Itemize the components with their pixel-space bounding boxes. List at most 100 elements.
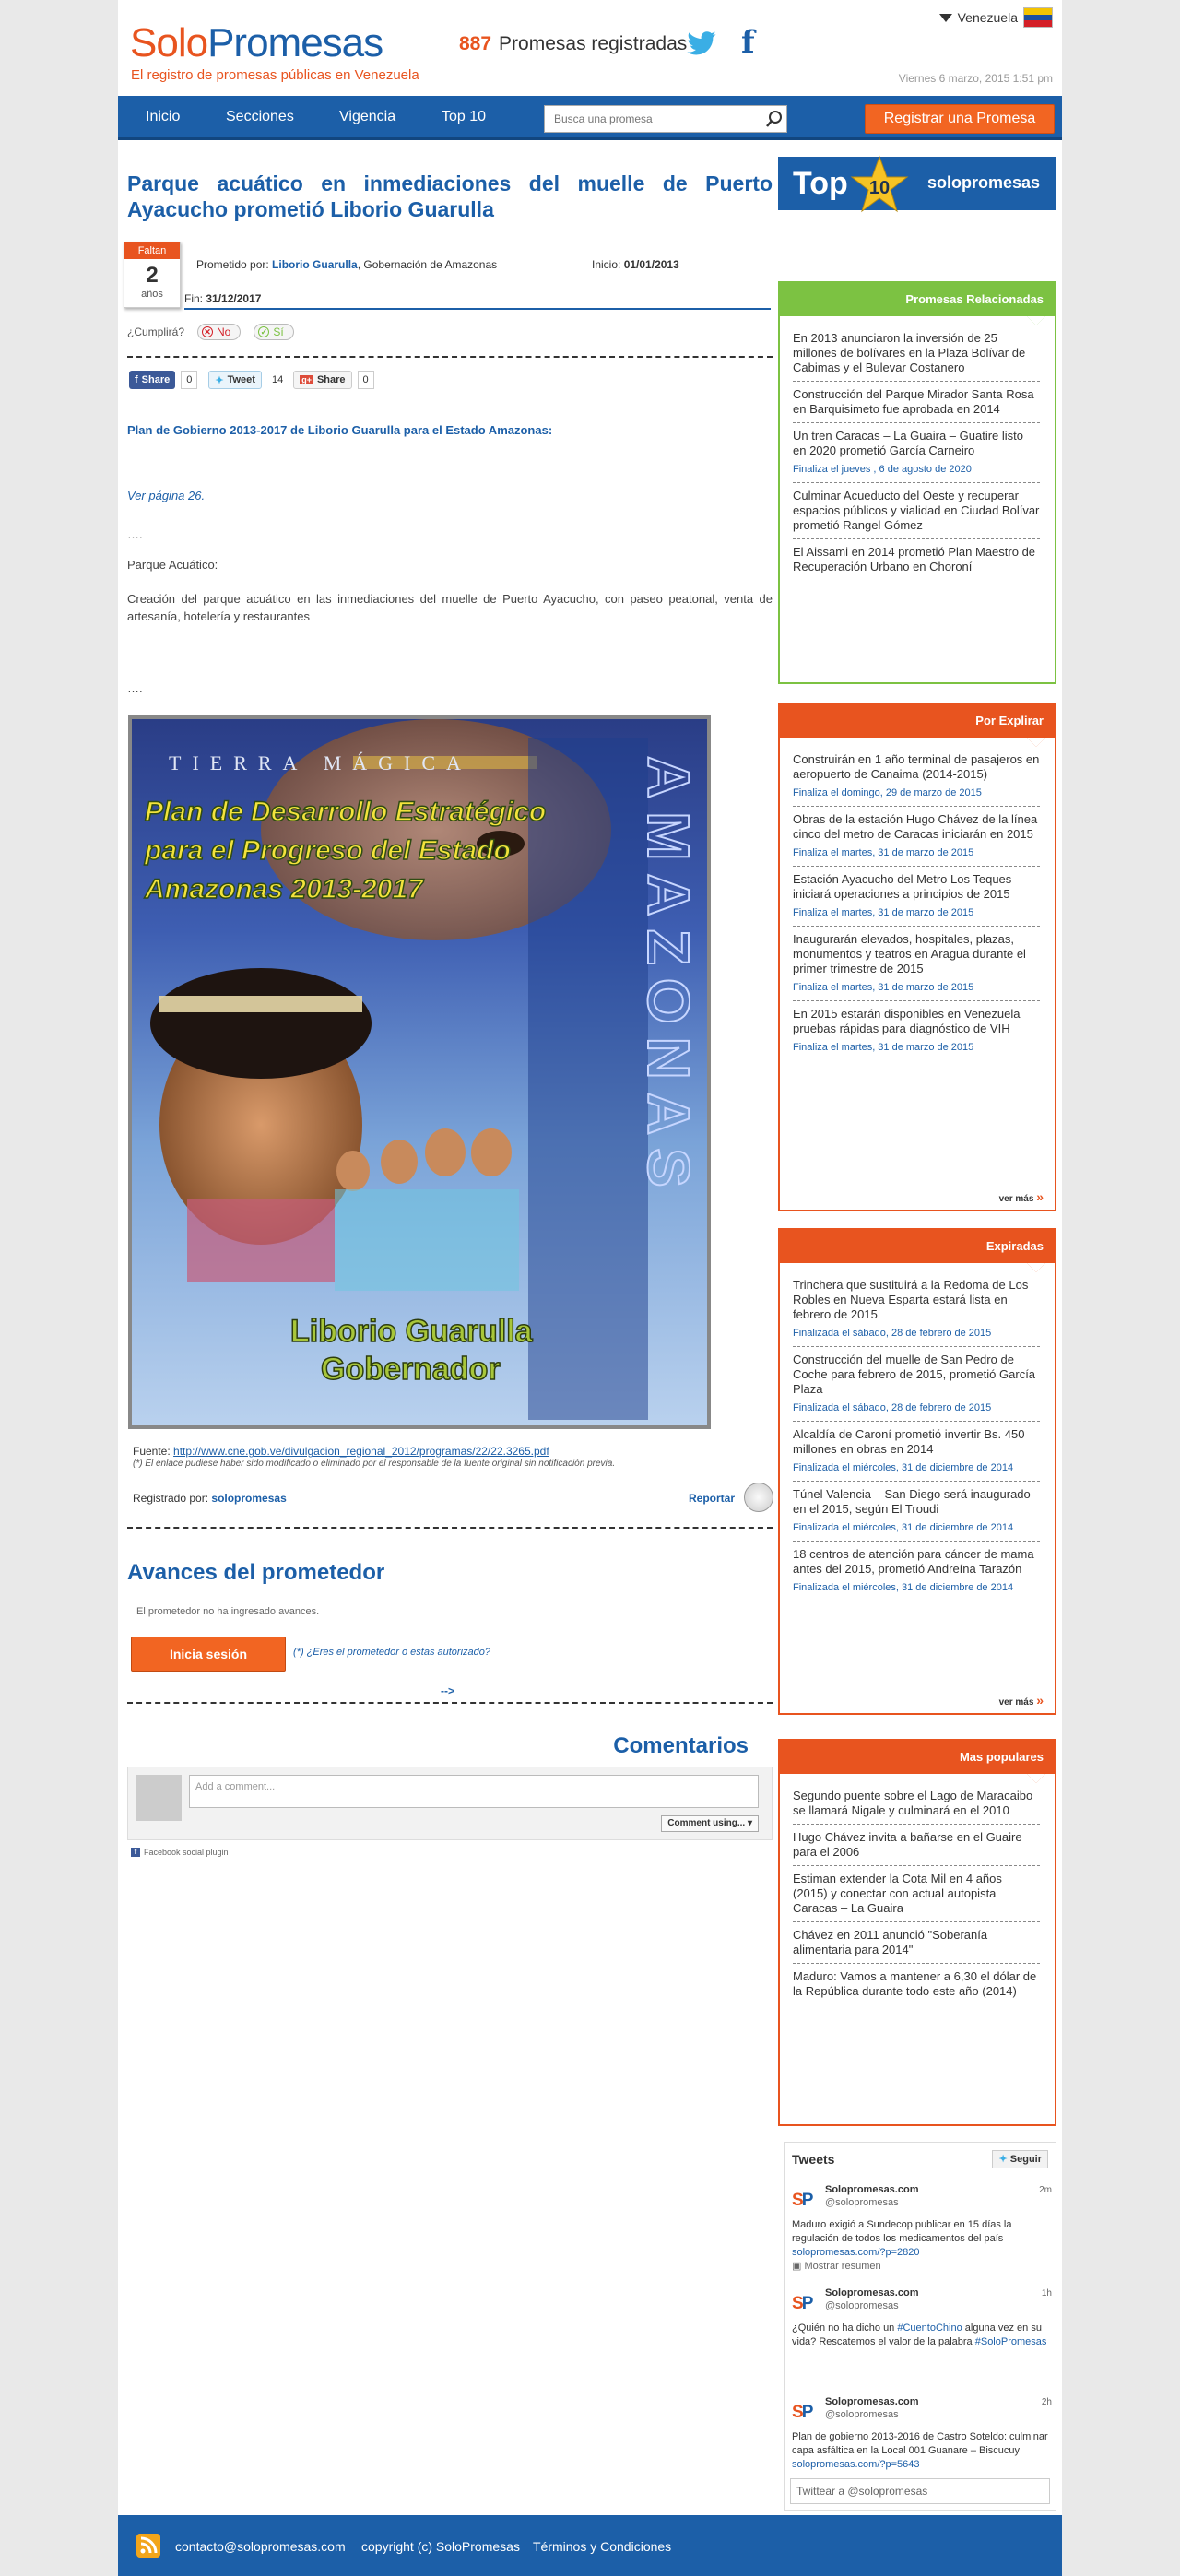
- register-promise-button[interactable]: Registrar una Promesa: [865, 104, 1055, 134]
- fin-label: Fin:: [184, 292, 204, 305]
- populares-list: Segundo puente sobre el Lago de Maracaib…: [780, 1774, 1055, 2004]
- avances-title: Avances del prometedor: [127, 1560, 385, 1585]
- site-logo[interactable]: SoloPromesas: [130, 20, 384, 66]
- tweet-author: Solopromesas.com: [825, 2396, 919, 2407]
- vote-no-button[interactable]: ✕ No: [197, 324, 242, 340]
- vote-si-button[interactable]: ✓ Sí: [254, 324, 294, 340]
- follow-button[interactable]: ✦ Seguir: [992, 2150, 1048, 2168]
- promise-item[interactable]: Estiman extender la Cota Mil en 4 años (…: [793, 1866, 1040, 1922]
- related-item[interactable]: Un tren Caracas – La Guaira – Guatire li…: [793, 423, 1040, 483]
- nav-secciones[interactable]: Secciones: [226, 109, 294, 125]
- twitter-icon[interactable]: [686, 28, 717, 59]
- facebook-icon: f: [131, 1848, 140, 1857]
- promise-item[interactable]: Alcaldía de Caroní prometió invertir Bs.…: [793, 1422, 1040, 1482]
- main-nav: Inicio Secciones Vigencia Top 10 Registr…: [118, 96, 1062, 140]
- tweet-input[interactable]: Twittear a @solopromesas: [790, 2478, 1050, 2504]
- nav-inicio[interactable]: Inicio: [146, 109, 180, 125]
- poster-title-line: Amazonas 2013-2017: [144, 874, 424, 904]
- promise-item[interactable]: Trinchera que sustituirá a la Redoma de …: [793, 1272, 1040, 1347]
- gplus-share-button[interactable]: g+ Share: [293, 371, 352, 389]
- promise-item[interactable]: Estación Ayacucho del Metro Los Teques i…: [793, 867, 1040, 927]
- promise-item[interactable]: Inaugurarán elevados, hospitales, plazas…: [793, 927, 1040, 1001]
- report-flag-icon[interactable]: [744, 1483, 773, 1512]
- tweet[interactable]: SP Solopromesas.com @solopromesas 2h Pla…: [792, 2395, 1052, 2470]
- tweets-title: Tweets: [792, 2152, 835, 2167]
- show-summary-link[interactable]: Mostrar resumen: [804, 2261, 880, 2272]
- promise-item[interactable]: Chávez en 2011 anunció "Soberanía alimen…: [793, 1922, 1040, 1964]
- facebook-icon[interactable]: f: [741, 26, 755, 59]
- item-date: Finalizada el sábado, 28 de febrero de 2…: [793, 1402, 992, 1413]
- vote-row: ¿Cumplirá? ✕ No ✓ Sí: [127, 324, 294, 340]
- x-icon: ✕: [202, 326, 214, 337]
- tweet[interactable]: SP Solopromesas.com @solopromesas 1h ¿Qu…: [792, 2286, 1052, 2388]
- poster-side-text: AMAZONAS: [635, 756, 702, 1200]
- hashtag-link[interactable]: #CuentoChino: [897, 2322, 962, 2334]
- tweet-label: Tweet: [227, 374, 255, 385]
- nav-vigencia[interactable]: Vigencia: [339, 109, 395, 125]
- footer-terms-link[interactable]: Términos y Condiciones: [533, 2539, 671, 2554]
- tweet-author: Solopromesas.com: [825, 2184, 919, 2195]
- promise-item[interactable]: Construcción del muelle de San Pedro de …: [793, 1347, 1040, 1422]
- twitter-widget: Tweets ✦ Seguir SP Solopromesas.com @sol…: [784, 2142, 1056, 2511]
- tweet-link[interactable]: solopromesas.com/?p=2820: [792, 2247, 920, 2258]
- footer-email-link[interactable]: contacto@solopromesas.com: [175, 2539, 346, 2554]
- tweet[interactable]: SP Solopromesas.com @solopromesas 2m Mad…: [792, 2183, 1052, 2285]
- time-remaining-badge: Faltan 2 años: [124, 242, 181, 308]
- item-text: Estiman extender la Cota Mil en 4 años (…: [793, 1872, 1002, 1915]
- promise-item[interactable]: En 2015 estarán disponibles en Venezuela…: [793, 1001, 1040, 1060]
- related-item[interactable]: En 2013 anunciaron la inversión de 25 mi…: [793, 325, 1040, 382]
- item-date: Finaliza el martes, 31 de marzo de 2015: [793, 1042, 974, 1053]
- tweet-text: Maduro exigió a Sundecop publicar en 15 …: [792, 2218, 1052, 2274]
- arrow-link[interactable]: -->: [441, 1684, 454, 1697]
- item-text: Segundo puente sobre el Lago de Maracaib…: [793, 1789, 1033, 1817]
- tweet-link[interactable]: solopromesas.com/?p=5643: [792, 2459, 920, 2470]
- tweet-time: 2h: [1041, 2397, 1052, 2407]
- rss-icon[interactable]: [136, 2534, 160, 2558]
- source-link[interactable]: http://www.cne.gob.ve/divulgacion_region…: [173, 1445, 549, 1458]
- tweet-button[interactable]: ✦ Tweet: [208, 371, 262, 389]
- fb-share-count: 0: [181, 371, 198, 389]
- item-text: Estación Ayacucho del Metro Los Teques i…: [793, 872, 1012, 901]
- item-text: Alcaldía de Caroní prometió invertir Bs.…: [793, 1427, 1025, 1456]
- page-reference[interactable]: Ver página 26.: [127, 487, 773, 504]
- promise-item[interactable]: 18 centros de atención para cáncer de ma…: [793, 1542, 1040, 1601]
- tweet-text-part: ¿Quién no ha dicho un: [792, 2322, 898, 2334]
- ver-mas-label: ver más: [998, 1194, 1034, 1204]
- populares-title: Mas populares: [780, 1741, 1055, 1783]
- promise-item[interactable]: Obras de la estación Hugo Chávez de la l…: [793, 807, 1040, 867]
- top10-banner[interactable]: Top 10 solopromesas: [778, 155, 1056, 213]
- related-item[interactable]: Construcción del Parque Mirador Santa Ro…: [793, 382, 1040, 423]
- authorized-question-link[interactable]: (*) ¿Eres el prometedor o estas autoriza…: [293, 1647, 490, 1658]
- search-input[interactable]: [545, 107, 762, 131]
- comment-using-dropdown[interactable]: Comment using... ▾: [661, 1815, 759, 1832]
- item-text: Túnel Valencia – San Diego será inaugura…: [793, 1487, 1031, 1516]
- login-button[interactable]: Inicia sesión: [131, 1637, 286, 1672]
- country-selector[interactable]: Venezuela: [938, 7, 1053, 28]
- promise-item[interactable]: Túnel Valencia – San Diego será inaugura…: [793, 1482, 1040, 1542]
- promise-item[interactable]: Maduro: Vamos a mantener a 6,30 el dólar…: [793, 1964, 1040, 2004]
- item-date: Finaliza el jueves , 6 de agosto de 2020: [793, 464, 972, 475]
- item-text: Maduro: Vamos a mantener a 6,30 el dólar…: [793, 1969, 1037, 1998]
- related-item[interactable]: Culminar Acueducto del Oeste y recuperar…: [793, 483, 1040, 539]
- nav-top10[interactable]: Top 10: [442, 109, 486, 125]
- promise-item[interactable]: Construirán en 1 año terminal de pasajer…: [793, 747, 1040, 807]
- related-item[interactable]: El Aissami en 2014 prometió Plan Maestro…: [793, 539, 1040, 580]
- item-text: Trinchera que sustituirá a la Redoma de …: [793, 1278, 1029, 1321]
- ver-mas-link[interactable]: ver más »: [999, 1693, 1044, 1707]
- registered-by-link[interactable]: solopromesas: [211, 1492, 286, 1505]
- comment-input[interactable]: Add a comment...: [189, 1775, 759, 1808]
- search-icon[interactable]: [762, 107, 786, 131]
- facebook-share-button[interactable]: f Share: [129, 371, 176, 389]
- divider: [127, 1527, 773, 1529]
- poster-top-text: TIERRA MÁGICA: [169, 751, 472, 774]
- fin-value: 31/12/2017: [206, 292, 262, 305]
- promised-by-link[interactable]: Liborio Guarulla: [272, 258, 358, 271]
- report-link[interactable]: Reportar: [689, 1492, 735, 1505]
- promise-item[interactable]: Hugo Chávez invita a bañarse en el Guair…: [793, 1825, 1040, 1866]
- promise-title: Parque acuático en inmediaciones del mue…: [127, 171, 773, 221]
- hashtag-link[interactable]: #SoloPromesas: [975, 2336, 1047, 2347]
- double-chevron-icon: »: [1036, 1693, 1044, 1707]
- tagline: El registro de promesas públicas en Vene…: [131, 67, 419, 83]
- promise-item[interactable]: Segundo puente sobre el Lago de Maracaib…: [793, 1783, 1040, 1825]
- ver-mas-link[interactable]: ver más »: [999, 1189, 1044, 1204]
